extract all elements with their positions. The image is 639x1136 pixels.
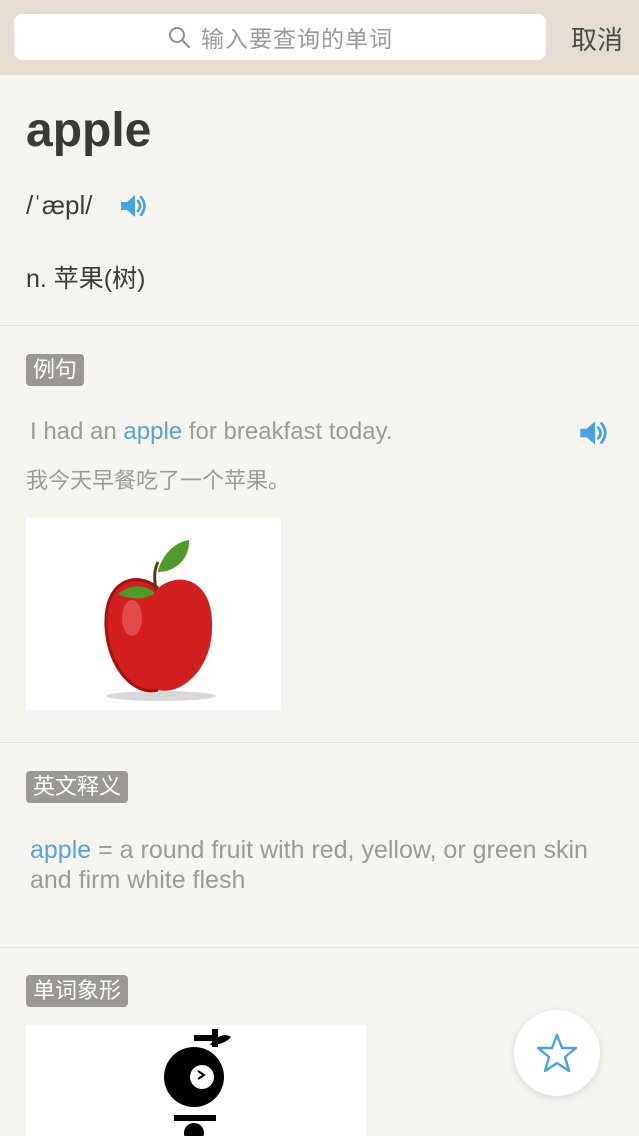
section-tag-examples: 例句 [26,354,85,386]
definition-word-highlight[interactable]: apple [30,836,91,864]
top-bar: 输入要查询的单词 取消 [0,0,639,75]
pictograph-image [26,1025,366,1136]
divider [0,742,639,743]
apple-image [26,518,281,710]
section-tag-pictograph: 单词象形 [26,975,129,1007]
example-translation: 我今天早餐吃了一个苹果。 [26,468,291,493]
speaker-icon[interactable] [576,416,610,450]
search-placeholder: 输入要查询的单词 [201,26,393,52]
example-word-highlight[interactable]: apple [123,418,182,445]
phonetic: /ˈæpl/ [26,190,93,220]
definition-text: = a round fruit with red, yellow, or gre… [30,836,588,894]
search-icon [169,27,190,48]
search-input[interactable]: 输入要查询的单词 [14,14,546,60]
example-sentence-after: for breakfast today. [182,418,393,445]
divider [0,947,639,948]
word-definition: n. 苹果(树) [26,265,146,293]
cancel-button[interactable]: 取消 [571,20,623,57]
section-tag-english-definition: 英文释义 [26,771,129,803]
headword: apple [26,104,152,157]
speaker-icon[interactable] [117,190,149,222]
example-sentence: I had an apple for breakfast today. [30,418,392,446]
star-icon [536,1033,578,1073]
english-definition: apple = a round fruit with red, yellow, … [30,835,610,895]
example-sentence-before: I had an [30,418,124,445]
divider [0,325,639,326]
favorite-button[interactable] [514,1010,600,1096]
